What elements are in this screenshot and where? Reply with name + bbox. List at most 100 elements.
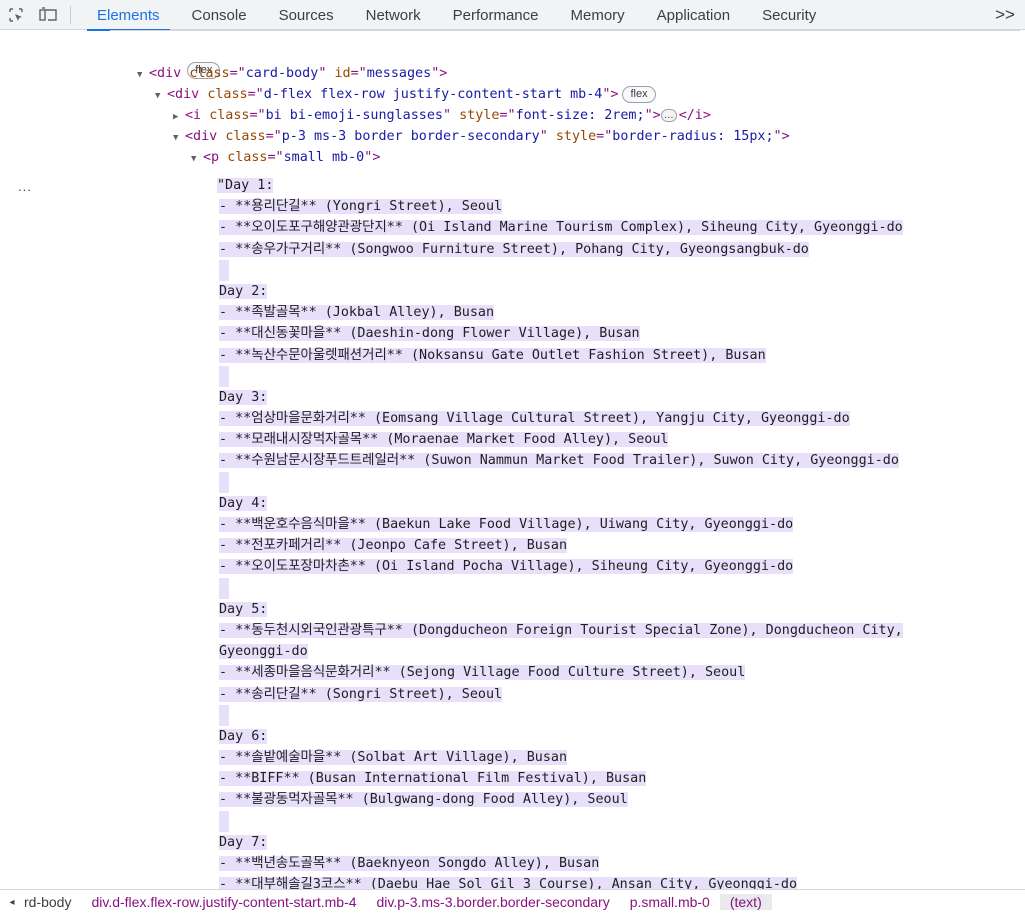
flex-badge-line: flex — [155, 39, 221, 80]
clipped-tree-line — [0, 30, 1025, 44]
expanded-triangle-icon[interactable]: ▼ — [191, 149, 203, 170]
more-tabs-button[interactable]: >> — [985, 0, 1025, 29]
text-line-content: - **모래내시장먹자골목** (Moraenae Market Food Al… — [219, 432, 669, 448]
text-line-content: - **전포카페거리** (Jeonpo Cafe Street), Busan — [219, 538, 568, 554]
text-line: - **대부해솔길3코스** (Daebu Hae Sol Gil 3 Cour… — [219, 874, 1025, 889]
breadcrumb-item[interactable]: p.small.mb-0 — [620, 894, 720, 910]
text-line — [219, 704, 1025, 726]
text-line-content: - **오이도포장마차촌** (Oi Island Pocha Village)… — [219, 559, 794, 575]
attribute-quote: " — [539, 129, 548, 144]
attribute-value: border-radius: 15px; — [612, 129, 774, 144]
attribute-name: class — [225, 129, 266, 144]
text-line-content: - **솔밭예술마을** (Solbat Art Village), Busan — [219, 750, 568, 766]
text-line-content — [219, 365, 229, 387]
text-line-content: - **오이도포구해양관광단지** (Oi Island Marine Tour… — [219, 220, 903, 236]
breadcrumb-item[interactable]: div.d-flex.flex-row.justify-content-star… — [81, 894, 366, 910]
tab-console[interactable]: Console — [176, 0, 263, 30]
text-line-content: Day 3: — [219, 389, 268, 405]
expanded-triangle-icon[interactable]: ▼ — [155, 86, 167, 107]
end-tag: </i> — [678, 108, 711, 123]
attribute-value: messages — [366, 66, 432, 81]
device-toolbar-icon[interactable] — [32, 0, 64, 30]
dom-node-line[interactable]: ▼ <div class="d-flex flex-row justify-con… — [155, 84, 656, 105]
devtools-toolbar: Elements Console Sources Network Performance… — [0, 0, 1025, 31]
text-line: Day 3: — [219, 387, 1025, 408]
flex-badge[interactable]: flex — [622, 86, 656, 103]
text-line-content — [219, 471, 229, 493]
gutter-ellipsis[interactable]: ... — [18, 176, 32, 197]
text-line-content — [219, 704, 229, 726]
elements-tree[interactable]: flex ▼ <div class="card-body" id="message… — [0, 30, 1025, 889]
dom-node-line[interactable]: ▼ <p class="small mb-0"> — [191, 147, 380, 168]
text-line: Day 2: — [219, 281, 1025, 302]
text-line-content: Day 4: — [219, 495, 268, 511]
expand-children-button[interactable]: … — [660, 109, 677, 122]
text-line: Day 5: — [219, 599, 1025, 620]
text-line-content: Day 6: — [219, 728, 268, 744]
breadcrumb-item[interactable]: rd-body — [24, 894, 81, 910]
text-line-content: Gyeonggi-do — [219, 644, 308, 660]
text-line — [219, 259, 1025, 281]
attribute-value: d-flex flex-row justify-content-start mb… — [263, 87, 603, 102]
dom-node-line[interactable]: ▼ <div class="p-3 ms-3 border border-seco… — [173, 126, 790, 147]
text-line-content: - **송리단길** (Songri Street), Seoul — [219, 686, 503, 702]
tag-name: <div — [185, 129, 218, 144]
breadcrumb-item[interactable]: (text) — [719, 894, 772, 910]
tab-elements[interactable]: Elements — [81, 0, 176, 31]
attribute-name: style — [555, 129, 597, 144]
text-line: - **백운호수음식마을** (Baekun Lake Food Village… — [219, 514, 1025, 535]
inspect-element-icon[interactable] — [0, 0, 32, 30]
text-line-content: Day 7: — [219, 834, 268, 850]
dom-node-line[interactable]: ▶ <i class="bi bi-emoji-sunglasses" style… — [173, 105, 711, 126]
attribute-equals: =" — [267, 150, 284, 165]
text-line — [219, 810, 1025, 832]
text-line-content: "Day 1: — [217, 178, 274, 193]
text-line-content: - **BIFF** (Busan International Film Fes… — [219, 771, 647, 787]
attribute-equals: =" — [247, 87, 264, 102]
text-line: - **수원남문시장푸드트레일러** (Suwon Nammun Market … — [219, 450, 1025, 471]
dom-node-line[interactable]: ▼ <div class="card-body" id="messages"> — [137, 63, 447, 84]
tab-application[interactable]: Application — [641, 0, 746, 30]
attribute-name: class — [207, 87, 248, 102]
text-line-content: Day 5: — [219, 601, 268, 617]
text-line: "Day 1: — [217, 175, 1025, 196]
text-line: - **대신동꽃마을** (Daeshin-dong Flower Villag… — [219, 323, 1025, 344]
attribute-equals: =" — [350, 66, 367, 81]
expanded-triangle-icon[interactable]: ▼ — [137, 65, 149, 86]
text-line-content: - **대신동꽃마을** (Daeshin-dong Flower Villag… — [219, 326, 640, 342]
text-line: Day 6: — [219, 726, 1025, 747]
attribute-quote: " — [443, 108, 452, 123]
breadcrumb: ◂ rd-body div.d-flex.flex-row.justify-con… — [0, 889, 1025, 914]
text-line: - **오이도포장마차촌** (Oi Island Pocha Village)… — [219, 556, 1025, 577]
text-line: - **세종마을음식문화거리** (Sejong Village Food Cu… — [219, 662, 1025, 683]
text-line: - **동두천시외국인관광특구** (Dongducheon Foreign T… — [219, 620, 1025, 641]
text-node[interactable]: "Day 1: - **용리단길** (Yongri Street), Seoul… — [217, 175, 1025, 889]
tab-performance[interactable]: Performance — [437, 0, 555, 30]
tab-sources[interactable]: Sources — [263, 0, 350, 30]
text-line-content: - **엄상마을문화거리** (Eomsang Village Cultural… — [219, 411, 850, 427]
tag-close: > — [781, 129, 790, 144]
attribute-equals: =" — [596, 129, 613, 144]
text-line: - **용리단길** (Yongri Street), Seoul — [219, 196, 1025, 217]
attribute-equals: =" — [229, 66, 246, 81]
text-line-content: - **대부해솔길3코스** (Daebu Hae Sol Gil 3 Cour… — [219, 877, 798, 889]
text-line: Gyeonggi-do — [219, 641, 1025, 662]
text-line — [219, 471, 1025, 493]
tab-memory[interactable]: Memory — [555, 0, 641, 30]
tab-security[interactable]: Security — [746, 0, 832, 30]
text-line-content: - **수원남문시장푸드트레일러** (Suwon Nammun Market … — [219, 453, 899, 469]
text-line: - **불광동먹자골목** (Bulgwang-dong Food Alley)… — [219, 789, 1025, 810]
tab-network[interactable]: Network — [350, 0, 437, 30]
text-line: - **전포카페거리** (Jeonpo Cafe Street), Busan — [219, 535, 1025, 556]
text-line-content: - **족발골목** (Jokbal Alley), Busan — [219, 305, 495, 321]
breadcrumb-item[interactable]: div.p-3.ms-3.border.border-secondary — [367, 894, 620, 910]
attribute-name: class — [227, 150, 268, 165]
text-line-content — [219, 577, 229, 599]
tag-name: <p — [203, 150, 220, 165]
breadcrumb-scroll-left-icon[interactable]: ◂ — [0, 897, 24, 908]
tag-close: > — [610, 87, 619, 102]
text-line: - **족발골목** (Jokbal Alley), Busan — [219, 302, 1025, 323]
text-line: - **오이도포구해양관광단지** (Oi Island Marine Tour… — [219, 217, 1025, 238]
tag-name: <i — [185, 108, 202, 123]
expanded-triangle-icon[interactable]: ▼ — [173, 128, 185, 149]
